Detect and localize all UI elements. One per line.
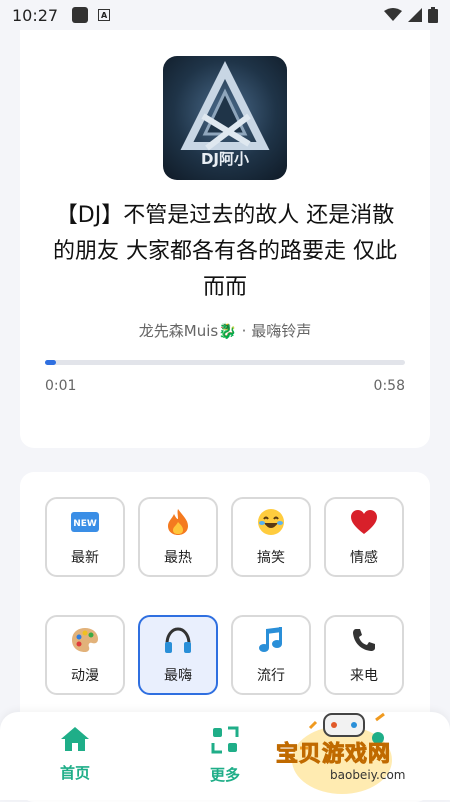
album-logo-icon: DJ阿小 [180, 61, 270, 168]
category-label: 来电 [350, 668, 378, 684]
category-label: 情感 [350, 550, 378, 566]
watermark-url: baobeiy.com [330, 768, 406, 782]
category-latest-button[interactable]: NEW 最新 [45, 497, 125, 577]
category-pop-button[interactable]: 流行 [231, 615, 311, 695]
laughing-face-icon [256, 507, 286, 537]
total-time: 0:58 [373, 378, 405, 394]
nav-home[interactable]: 首页 [35, 726, 115, 783]
category-anime-button[interactable]: 动漫 [45, 615, 125, 695]
wifi-icon [384, 8, 402, 21]
palette-icon [70, 625, 100, 655]
status-bar: 10:27 A [0, 0, 450, 30]
current-time: 0:01 [45, 378, 77, 394]
status-time: 10:27 [12, 5, 59, 25]
nav-more[interactable]: 更多 [185, 726, 265, 785]
progress-bar[interactable] [45, 360, 405, 365]
category-label: 最热 [164, 550, 192, 566]
category-funny-button[interactable]: 搞笑 [231, 497, 311, 577]
category-ringtone-button[interactable]: 来电 [324, 615, 404, 695]
svg-text:NEW: NEW [73, 519, 97, 529]
song-artist[interactable]: 龙先森Muis🐉 · 最嗨铃声 [20, 320, 430, 341]
category-label: 动漫 [71, 668, 99, 684]
signal-icon [408, 8, 422, 22]
album-cover[interactable]: DJ阿小 [163, 56, 287, 180]
category-label: 搞笑 [257, 550, 285, 566]
more-icon [211, 726, 239, 754]
category-label: 最新 [71, 550, 99, 566]
nav-more-label: 更多 [209, 766, 240, 784]
category-hype-button[interactable]: 最嗨 [138, 615, 218, 695]
watermark-text: 宝贝游戏网 [275, 742, 392, 768]
category-emotion-button[interactable]: 情感 [324, 497, 404, 577]
headphones-icon [163, 625, 193, 655]
music-note-icon [256, 625, 286, 655]
progress-fill [45, 360, 56, 365]
fire-icon [163, 507, 193, 537]
battery-icon [428, 7, 438, 23]
heart-icon [349, 507, 379, 537]
category-label: 流行 [257, 668, 285, 684]
notification-icon [72, 7, 89, 23]
nav-home-label: 首页 [59, 764, 90, 782]
home-icon [61, 727, 89, 751]
a-notification-icon: A [98, 9, 111, 21]
new-badge-icon: NEW [70, 507, 100, 537]
category-label: 最嗨 [164, 668, 192, 684]
category-grid: NEW 最新 最热 搞笑 情感 动漫 最嗨 流行 来电 [45, 497, 404, 695]
song-title: 【DJ】不管是过去的故人 还是消散的朋友 大家都各有各的路要走 仅此而而 [53, 203, 397, 300]
cover-text: DJ阿小 [201, 150, 249, 168]
player-card: DJ阿小 【DJ】不管是过去的故人 还是消散的朋友 大家都各有各的路要走 仅此而… [20, 30, 430, 448]
phone-icon [349, 625, 379, 655]
category-hot-button[interactable]: 最热 [138, 497, 218, 577]
